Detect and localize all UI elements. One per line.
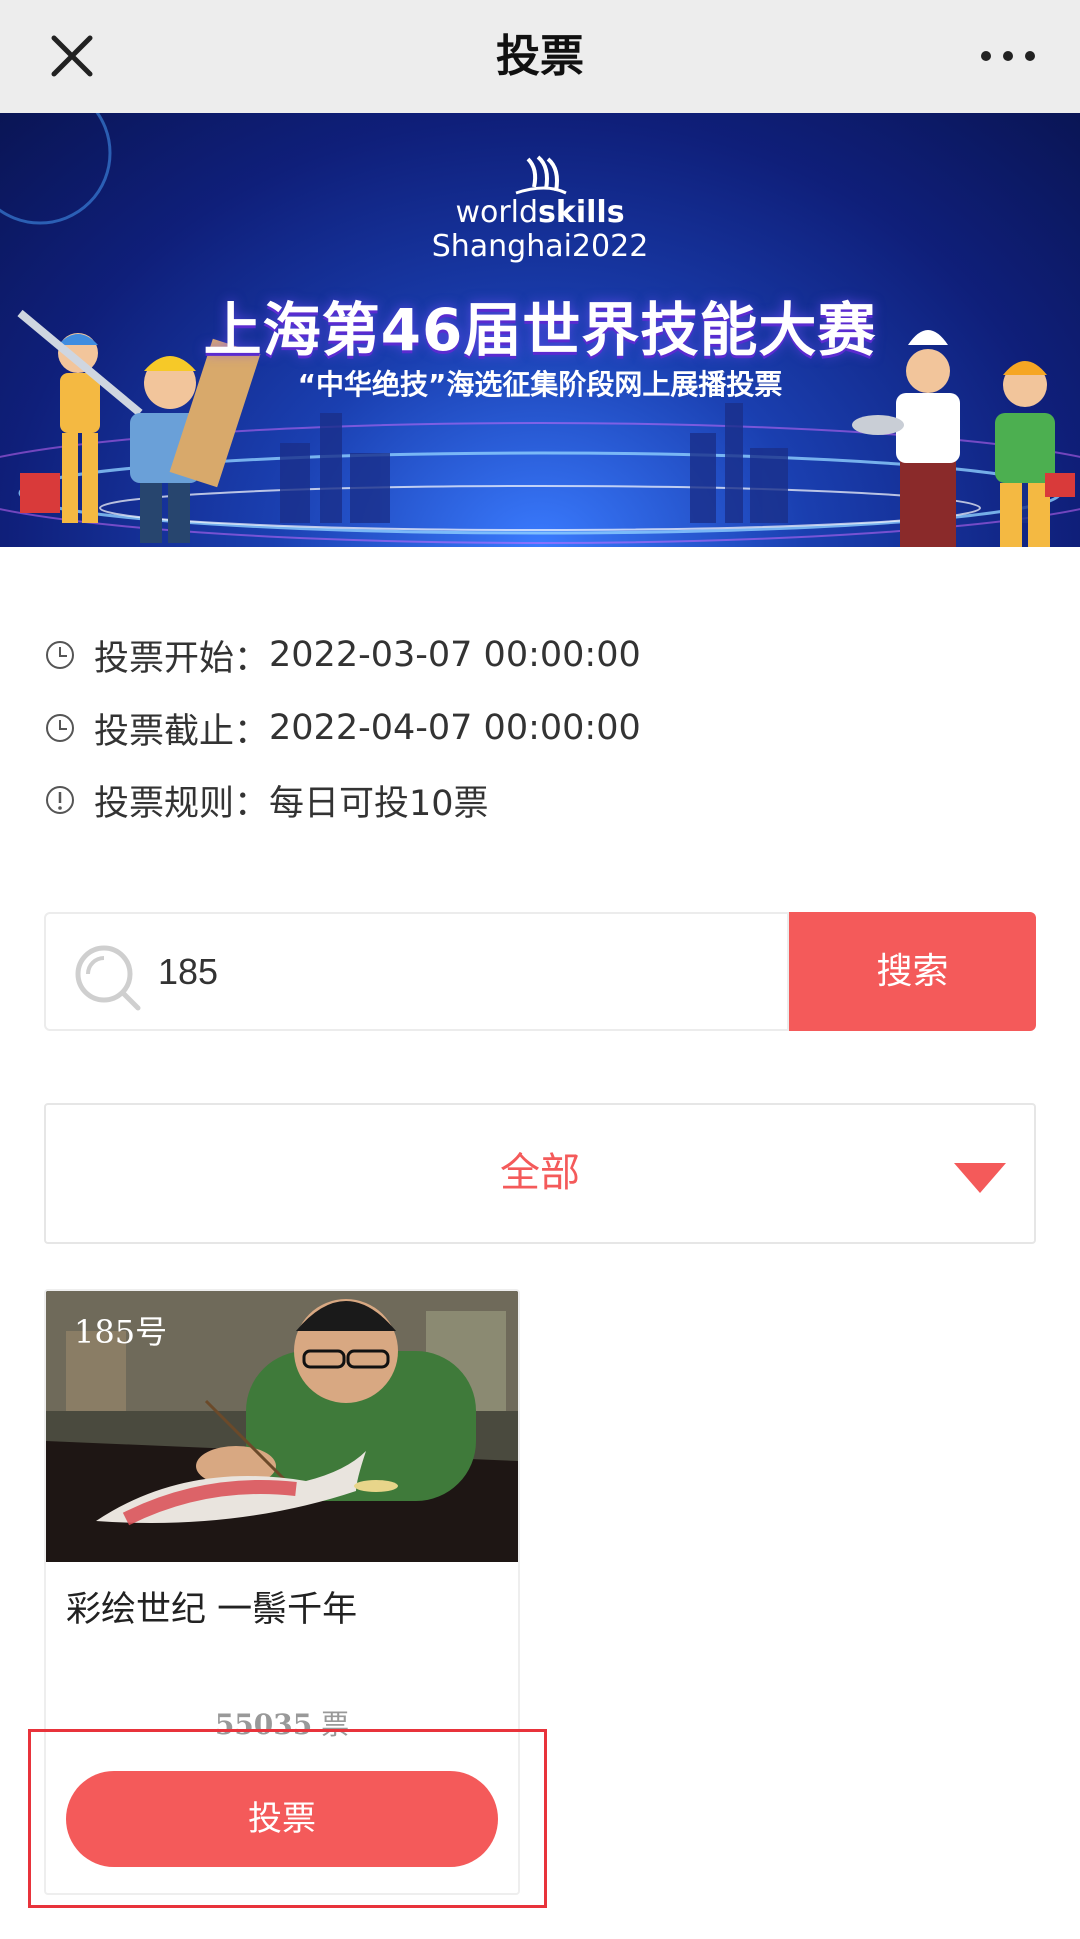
highlight-annotation-box xyxy=(28,1729,547,1908)
entry-title: 彩绘世纪 一鬃千年 xyxy=(66,1590,358,1630)
search-button[interactable]: 搜索 xyxy=(789,912,1036,1031)
logo-worldskills-text: worldskills xyxy=(455,195,625,230)
vote-rule-label: 投票规则： xyxy=(94,783,270,824)
triangle-down-icon xyxy=(954,1163,1006,1193)
search-icon xyxy=(75,945,141,1011)
vote-start-label: 投票开始： xyxy=(94,638,270,679)
top-navbar: 投票 xyxy=(0,0,1080,113)
page-title: 投票 xyxy=(496,31,584,82)
more-dots-icon[interactable] xyxy=(976,36,1040,76)
worldskills-logo-icon xyxy=(515,155,567,195)
info-icon xyxy=(46,786,74,814)
category-selected-value: 全部 xyxy=(500,1150,580,1196)
vote-end-row: 投票截止： 2022-04-07 00:00:00 xyxy=(44,703,641,753)
search-input[interactable] xyxy=(158,914,758,1029)
banner-title: 上海第46届世界技能大赛 xyxy=(203,296,877,364)
vote-end-value: 2022-04-07 00:00:00 xyxy=(269,708,641,748)
vote-rule-value: 每日可投10票 xyxy=(269,783,489,824)
entry-number: 185号 xyxy=(74,1313,168,1351)
banner-subtitle: “中华绝技”海选征集阶段网上展播投票 xyxy=(297,368,783,401)
event-banner: worldskills Shanghai2022 上海第46届世界技能大赛 “中… xyxy=(0,113,1080,547)
vote-rule-row: 投票规则： 每日可投10票 xyxy=(44,775,489,825)
logo-shanghai-text: Shanghai2022 xyxy=(431,229,649,264)
vote-page: 投票 worldskills Shanghai2022 上海第46届世界技能大赛… xyxy=(0,0,1080,1939)
vote-end-label: 投票截止： xyxy=(94,711,270,752)
category-select[interactable]: 全部 xyxy=(44,1103,1036,1244)
vote-start-value: 2022-03-07 00:00:00 xyxy=(269,635,641,675)
clock-icon xyxy=(46,714,74,742)
vote-start-row: 投票开始： 2022-03-07 00:00:00 xyxy=(44,630,641,680)
search-box xyxy=(44,912,789,1031)
clock-icon xyxy=(46,641,74,669)
